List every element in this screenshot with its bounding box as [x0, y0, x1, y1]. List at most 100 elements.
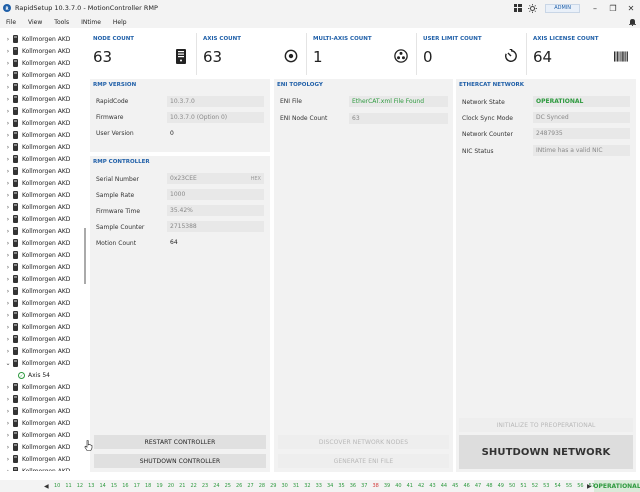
- tree-node-row[interactable]: › Kollmorgen AKD: [0, 213, 88, 225]
- tree-node-row[interactable]: › Kollmorgen AKD: [0, 33, 88, 45]
- tree-node-row[interactable]: › Kollmorgen AKD: [0, 249, 88, 261]
- chevron-right-icon[interactable]: ›: [3, 444, 13, 451]
- tree-node-row[interactable]: › Kollmorgen AKD: [0, 429, 88, 441]
- node-status-number[interactable]: 34: [327, 483, 333, 489]
- menu-view[interactable]: View: [22, 19, 48, 26]
- tree-node-row[interactable]: › Kollmorgen AKD: [0, 297, 88, 309]
- node-status-number[interactable]: 22: [191, 483, 197, 489]
- tree-node-row[interactable]: › Kollmorgen AKD: [0, 129, 88, 141]
- node-status-number[interactable]: 31: [293, 483, 299, 489]
- tree-node-row[interactable]: › Kollmorgen AKD: [0, 153, 88, 165]
- chevron-right-icon[interactable]: ›: [3, 108, 13, 115]
- node-status-number[interactable]: 27: [247, 483, 253, 489]
- node-status-number[interactable]: 54: [555, 483, 561, 489]
- menu-help[interactable]: Help: [107, 19, 133, 26]
- tree-node-row[interactable]: › Kollmorgen AKD: [0, 237, 88, 249]
- chevron-right-icon[interactable]: ›: [3, 156, 13, 163]
- tree-scrollbar[interactable]: [84, 228, 86, 284]
- node-status-number[interactable]: 25: [225, 483, 231, 489]
- chevron-right-icon[interactable]: ›: [3, 384, 13, 391]
- tree-node-row[interactable]: › Kollmorgen AKD: [0, 261, 88, 273]
- user-role-badge[interactable]: ADMIN: [545, 3, 580, 13]
- tree-node-row[interactable]: › Kollmorgen AKD: [0, 189, 88, 201]
- chevron-right-icon[interactable]: ›: [3, 456, 13, 463]
- node-status-number[interactable]: 21: [179, 483, 185, 489]
- generate-eni-file-button[interactable]: GENERATE ENI FILE: [278, 454, 449, 468]
- node-status-number[interactable]: 19: [156, 483, 162, 489]
- chevron-right-icon[interactable]: ›: [3, 240, 13, 247]
- node-status-number[interactable]: 28: [259, 483, 265, 489]
- chevron-right-icon[interactable]: ›: [3, 408, 13, 415]
- chevron-right-icon[interactable]: ›: [3, 432, 13, 439]
- chevron-right-icon[interactable]: ›: [3, 396, 13, 403]
- discover-network-nodes-button[interactable]: DISCOVER NETWORK NODES: [278, 435, 449, 449]
- node-status-number[interactable]: 11: [65, 483, 71, 489]
- tree-node-row[interactable]: › Kollmorgen AKD: [0, 105, 88, 117]
- node-status-number[interactable]: 16: [122, 483, 128, 489]
- node-status-number[interactable]: 41: [407, 483, 413, 489]
- chevron-right-icon[interactable]: ›: [3, 348, 13, 355]
- chevron-right-icon[interactable]: ›: [3, 252, 13, 259]
- tree-node-row[interactable]: › Kollmorgen AKD: [0, 345, 88, 357]
- chevron-right-icon[interactable]: ›: [3, 216, 13, 223]
- tree-node-row[interactable]: › Kollmorgen AKD: [0, 69, 88, 81]
- chevron-right-icon[interactable]: ›: [3, 288, 13, 295]
- chevron-down-icon[interactable]: ⌄: [3, 360, 13, 367]
- tree-node-row[interactable]: › Kollmorgen AKD: [0, 45, 88, 57]
- chevron-right-icon[interactable]: ›: [3, 60, 13, 67]
- node-tree[interactable]: › Kollmorgen AKD › Kollmorgen AKD › Kollmorge…: [0, 33, 88, 471]
- node-status-number[interactable]: 38: [373, 483, 379, 489]
- tree-node-row[interactable]: › Kollmorgen AKD: [0, 81, 88, 93]
- tree-node-row[interactable]: › Kollmorgen AKD: [0, 225, 88, 237]
- maximize-button[interactable]: ❐: [604, 0, 622, 16]
- node-status-number[interactable]: 15: [111, 483, 117, 489]
- tree-node-row[interactable]: › Kollmorgen AKD: [0, 165, 88, 177]
- theme-sun-icon[interactable]: [525, 0, 539, 16]
- tree-node-row[interactable]: › Kollmorgen AKD: [0, 141, 88, 153]
- node-status-number[interactable]: 52: [532, 483, 538, 489]
- chevron-right-icon[interactable]: ›: [3, 72, 13, 79]
- node-status-number[interactable]: 33: [316, 483, 322, 489]
- chevron-right-icon[interactable]: ›: [3, 132, 13, 139]
- node-status-number[interactable]: 10: [54, 483, 60, 489]
- tree-node-row[interactable]: › Kollmorgen AKD: [0, 405, 88, 417]
- tree-node-row[interactable]: › Kollmorgen AKD: [0, 201, 88, 213]
- chevron-right-icon[interactable]: ›: [3, 264, 13, 271]
- node-status-number[interactable]: 18: [145, 483, 151, 489]
- chevron-right-icon[interactable]: ›: [3, 324, 13, 331]
- tree-node-row[interactable]: › Kollmorgen AKD: [0, 381, 88, 393]
- layout-grid-icon[interactable]: [511, 0, 525, 16]
- tree-node-row[interactable]: › Kollmorgen AKD: [0, 93, 88, 105]
- tree-node-row[interactable]: ⌄ Kollmorgen AKD: [0, 357, 88, 369]
- chevron-right-icon[interactable]: ›: [3, 468, 13, 472]
- node-status-number[interactable]: 30: [282, 483, 288, 489]
- node-status-number[interactable]: 23: [202, 483, 208, 489]
- chevron-right-icon[interactable]: ›: [3, 36, 13, 43]
- node-status-number[interactable]: 45: [452, 483, 458, 489]
- tree-node-row[interactable]: › Kollmorgen AKD: [0, 333, 88, 345]
- tree-node-row[interactable]: › Kollmorgen AKD: [0, 285, 88, 297]
- chevron-right-icon[interactable]: ›: [3, 312, 13, 319]
- chevron-right-icon[interactable]: ›: [3, 144, 13, 151]
- node-status-number[interactable]: 48: [486, 483, 492, 489]
- shutdown-controller-button[interactable]: SHUTDOWN CONTROLLER: [94, 454, 266, 468]
- tree-node-row[interactable]: › Kollmorgen AKD: [0, 417, 88, 429]
- node-status-number[interactable]: 36: [350, 483, 356, 489]
- menu-tools[interactable]: Tools: [48, 19, 75, 26]
- tree-node-row[interactable]: › Kollmorgen AKD: [0, 117, 88, 129]
- tree-node-row[interactable]: › Kollmorgen AKD: [0, 321, 88, 333]
- scroll-left-icon[interactable]: ◀: [44, 480, 49, 492]
- chevron-right-icon[interactable]: ›: [3, 120, 13, 127]
- chevron-right-icon[interactable]: ›: [3, 300, 13, 307]
- chevron-right-icon[interactable]: ›: [3, 276, 13, 283]
- node-status-number[interactable]: 44: [441, 483, 447, 489]
- chevron-right-icon[interactable]: ›: [3, 420, 13, 427]
- menu-file[interactable]: File: [0, 19, 22, 26]
- node-status-number[interactable]: 46: [464, 483, 470, 489]
- node-status-number[interactable]: 12: [77, 483, 83, 489]
- close-button[interactable]: ✕: [622, 0, 640, 16]
- node-status-number[interactable]: 13: [88, 483, 94, 489]
- node-status-number[interactable]: 20: [168, 483, 174, 489]
- chevron-right-icon[interactable]: ›: [3, 84, 13, 91]
- chevron-right-icon[interactable]: ›: [3, 204, 13, 211]
